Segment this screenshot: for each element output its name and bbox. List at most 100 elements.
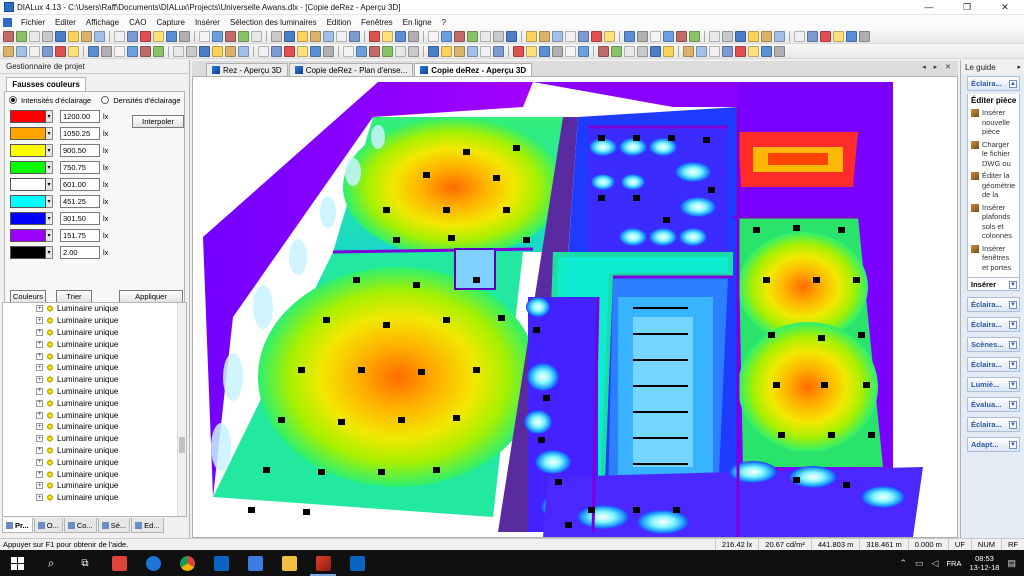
main-tool-icon[interactable]: [565, 30, 576, 42]
guide-section[interactable]: Éclaira... ▼: [967, 297, 1020, 312]
tab-rez-3d[interactable]: Rez - Aperçu 3D: [206, 63, 288, 76]
clock[interactable]: 08:53 13-12-18: [969, 554, 999, 572]
main-tool-icon[interactable]: [225, 30, 236, 42]
tab-selection[interactable]: Sé...: [97, 518, 131, 533]
main-tool-icon[interactable]: [336, 30, 347, 42]
tree-item-luminaire[interactable]: + Luminaire unique: [3, 315, 186, 327]
view-tool-icon[interactable]: [114, 45, 125, 57]
chevron-down-icon[interactable]: ▼: [1009, 301, 1017, 309]
main-tool-icon[interactable]: [271, 30, 282, 42]
main-tool-icon[interactable]: [748, 30, 759, 42]
chevron-down-icon[interactable]: ▼: [1009, 401, 1017, 409]
view-tool-icon[interactable]: [258, 45, 269, 57]
main-tool-icon[interactable]: [199, 30, 210, 42]
main-tool-icon[interactable]: [369, 30, 380, 42]
tree-item-luminaire[interactable]: + Luminaire unique: [3, 327, 186, 339]
view-tool-icon[interactable]: [225, 45, 236, 57]
view-tool-icon[interactable]: [271, 45, 282, 57]
view-tool-icon[interactable]: [186, 45, 197, 57]
chevron-down-icon[interactable]: ▾: [46, 127, 53, 140]
main-tool-icon[interactable]: [846, 30, 857, 42]
guide-section[interactable]: Adapt... ▼: [967, 437, 1020, 452]
chevron-down-icon[interactable]: ▼: [1009, 341, 1017, 349]
view-tool-icon[interactable]: [16, 45, 27, 57]
main-tool-icon[interactable]: [578, 30, 589, 42]
view-tool-icon[interactable]: [441, 45, 452, 57]
tree-item-luminaire[interactable]: + Luminaire unique: [3, 468, 186, 480]
color-swatch[interactable]: [10, 212, 46, 225]
main-tool-icon[interactable]: [722, 30, 733, 42]
view-tool-icon[interactable]: [467, 45, 478, 57]
view-tool-icon[interactable]: [526, 45, 537, 57]
tab-copie-plan[interactable]: Copie deRez - Plan d'ense...: [288, 63, 414, 76]
main-tool-icon[interactable]: [94, 30, 105, 42]
guide-item[interactable]: Charger le fichier DWG ou: [971, 140, 1017, 169]
view-tool-icon[interactable]: [735, 45, 746, 57]
tab-project[interactable]: Pr...: [2, 518, 33, 533]
view-tool-icon[interactable]: [88, 45, 99, 57]
notifications-icon[interactable]: ▤: [1007, 558, 1016, 569]
chevron-down-icon[interactable]: ▼: [1009, 361, 1017, 369]
threshold-input[interactable]: 301.50: [60, 212, 100, 225]
main-tool-icon[interactable]: [284, 30, 295, 42]
main-tool-icon[interactable]: [859, 30, 870, 42]
tree-item-luminaire[interactable]: + Luminaire unique: [3, 374, 186, 386]
color-swatch[interactable]: [10, 161, 46, 174]
view-tool-icon[interactable]: [513, 45, 524, 57]
chevron-down-icon[interactable]: ▾: [46, 144, 53, 157]
view-tool-icon[interactable]: [650, 45, 661, 57]
view-tool-icon[interactable]: [748, 45, 759, 57]
network-icon[interactable]: ▭: [915, 558, 924, 569]
tree-scroll-thumb[interactable]: [179, 437, 185, 453]
color-swatch[interactable]: [10, 229, 46, 242]
view-tool-icon[interactable]: [343, 45, 354, 57]
expand-icon[interactable]: +: [36, 435, 43, 443]
main-tool-icon[interactable]: [480, 30, 491, 42]
view-tool-icon[interactable]: [42, 45, 53, 57]
menu-edition[interactable]: Edition: [322, 18, 356, 27]
main-tool-icon[interactable]: [735, 30, 746, 42]
view-tool-icon[interactable]: [101, 45, 112, 57]
guide-insert-dropdown[interactable]: Insérer ▼: [967, 278, 1020, 291]
main-tool-icon[interactable]: [408, 30, 419, 42]
main-tool-icon[interactable]: [140, 30, 151, 42]
guide-section[interactable]: Évalua... ▼: [967, 397, 1020, 412]
main-tool-icon[interactable]: [251, 30, 262, 42]
view-tool-icon[interactable]: [199, 45, 210, 57]
chevron-up-icon[interactable]: ▲: [1009, 80, 1017, 88]
main-tool-icon[interactable]: [761, 30, 772, 42]
view-tool-icon[interactable]: [454, 45, 465, 57]
main-tool-icon[interactable]: [650, 30, 661, 42]
expand-icon[interactable]: +: [36, 376, 43, 384]
menu-affichage[interactable]: Affichage: [81, 18, 124, 27]
view-tool-icon[interactable]: [369, 45, 380, 57]
view-tool-icon[interactable]: [323, 45, 334, 57]
guide-section[interactable]: Éclaira... ▼: [967, 417, 1020, 432]
tree-item-luminaire[interactable]: + Luminaire unique: [3, 409, 186, 421]
view-tool-icon[interactable]: [29, 45, 40, 57]
menu-en-ligne[interactable]: En ligne: [398, 18, 437, 27]
view-tool-icon[interactable]: [382, 45, 393, 57]
chevron-down-icon[interactable]: ▾: [46, 229, 53, 242]
expand-icon[interactable]: +: [36, 352, 43, 360]
view-tool-icon[interactable]: [539, 45, 550, 57]
tree-item-luminaire[interactable]: + Luminaire unique: [3, 338, 186, 350]
close-button[interactable]: ✕: [986, 0, 1024, 15]
main-tool-icon[interactable]: [395, 30, 406, 42]
taskbar-explorer[interactable]: [272, 550, 306, 576]
language-indicator[interactable]: FRA: [946, 559, 961, 568]
main-tool-icon[interactable]: [526, 30, 537, 42]
main-tool-icon[interactable]: [467, 30, 478, 42]
menu-capture[interactable]: Capture: [151, 18, 189, 27]
main-tool-icon[interactable]: [689, 30, 700, 42]
main-tool-icon[interactable]: [604, 30, 615, 42]
main-tool-icon[interactable]: [428, 30, 439, 42]
view-tool-icon[interactable]: [552, 45, 563, 57]
view-tool-icon[interactable]: [578, 45, 589, 57]
main-tool-icon[interactable]: [833, 30, 844, 42]
guide-section[interactable]: Éclaira... ▼: [967, 357, 1020, 372]
expand-icon[interactable]: +: [36, 446, 43, 454]
color-swatch[interactable]: [10, 178, 46, 191]
view-tool-icon[interactable]: [696, 45, 707, 57]
chevron-down-icon[interactable]: ▼: [1009, 381, 1017, 389]
